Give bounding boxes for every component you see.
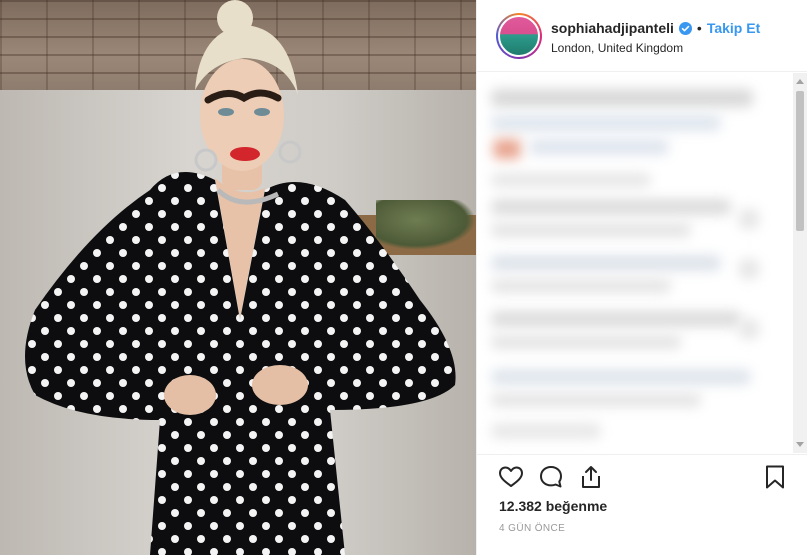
blurred-comment: [491, 279, 671, 293]
share-icon[interactable]: [577, 463, 605, 491]
blurred-comment: [491, 369, 751, 385]
post-timestamp[interactable]: 4 GÜN ÖNCE: [499, 523, 565, 534]
blurred-comment: [491, 89, 753, 107]
separator-dot: •: [696, 20, 702, 36]
comment-bubble-icon[interactable]: [537, 463, 565, 491]
blurred-comment: [491, 199, 731, 215]
username-link[interactable]: sophiahadjipanteli: [551, 20, 674, 36]
blurred-comment: [491, 173, 651, 187]
blurred-like: [739, 259, 759, 279]
heart-icon[interactable]: [497, 463, 525, 491]
model-figure: [25, 0, 456, 555]
likes-count[interactable]: 12.382 beğenme: [499, 498, 607, 514]
scroll-thumb[interactable]: [796, 91, 804, 231]
follow-button[interactable]: Takip Et: [707, 20, 760, 36]
post-photo[interactable]: [0, 0, 476, 555]
blurred-like: [739, 209, 759, 229]
blurred-avatar: [493, 139, 521, 159]
comments-scrollbar[interactable]: [793, 73, 807, 453]
scroll-up-arrow-icon[interactable]: [796, 79, 804, 84]
avatar-image: [498, 15, 540, 57]
blurred-comment: [491, 115, 721, 131]
location-link[interactable]: London, United Kingdom: [551, 41, 683, 55]
scroll-down-arrow-icon[interactable]: [796, 442, 804, 447]
blurred-comment: [491, 393, 701, 407]
post-header: sophiahadjipanteli • Takip Et London, Un…: [477, 0, 807, 72]
blurred-comment: [491, 255, 721, 271]
blurred-comment: [491, 335, 681, 349]
blurred-comment: [529, 139, 669, 155]
comments-area: [477, 73, 807, 453]
username-row: sophiahadjipanteli • Takip Et: [551, 20, 760, 36]
verified-badge-icon: [678, 21, 692, 35]
post-actions: 12.382 beğenme 4 GÜN ÖNCE: [477, 454, 807, 555]
avatar[interactable]: [496, 13, 542, 59]
blurred-comment: [491, 311, 741, 327]
blurred-comment: [491, 223, 691, 237]
blurred-comment: [491, 423, 601, 439]
bookmark-icon[interactable]: [761, 463, 789, 491]
blurred-like: [739, 319, 759, 339]
